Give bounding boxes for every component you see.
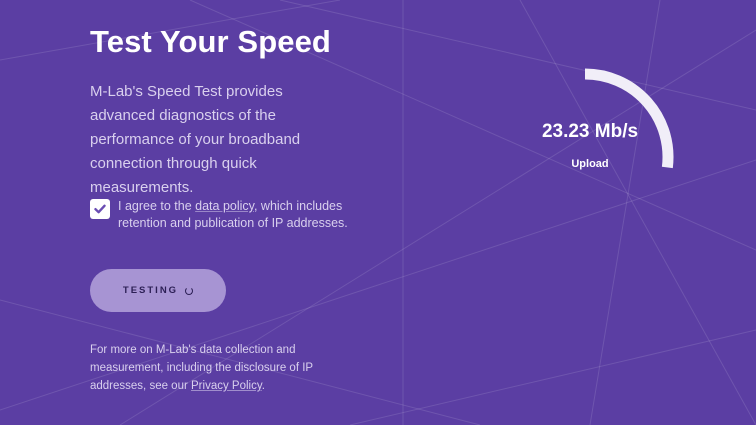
page-description: M-Lab's Speed Test provides advanced dia… bbox=[90, 83, 301, 196]
agree-checkbox[interactable] bbox=[90, 199, 110, 219]
data-policy-link[interactable]: data policy bbox=[195, 199, 254, 213]
privacy-policy-link[interactable]: Privacy Policy bbox=[191, 380, 262, 392]
speed-test-panel: Test Your Speed M-Lab's Speed Test provi… bbox=[0, 0, 756, 425]
data-policy-agreement: I agree to the data policy, which includ… bbox=[90, 198, 350, 232]
testing-button[interactable]: TESTING bbox=[90, 269, 226, 312]
agreement-text-before: I agree to the bbox=[118, 199, 196, 213]
checkmark-icon bbox=[94, 204, 106, 214]
agreement-text: I agree to the data policy, which includ… bbox=[118, 198, 350, 232]
testing-button-label: TESTING bbox=[122, 285, 179, 296]
footer-text-after: . bbox=[261, 380, 265, 392]
speed-value: 23.23 Mb/s bbox=[541, 121, 639, 142]
loading-spinner-icon bbox=[185, 286, 194, 295]
footer-note: For more on M-Lab's data collection and … bbox=[90, 341, 370, 395]
page-title: Test Your Speed bbox=[90, 24, 331, 59]
speed-type-label: Upload bbox=[571, 158, 609, 170]
